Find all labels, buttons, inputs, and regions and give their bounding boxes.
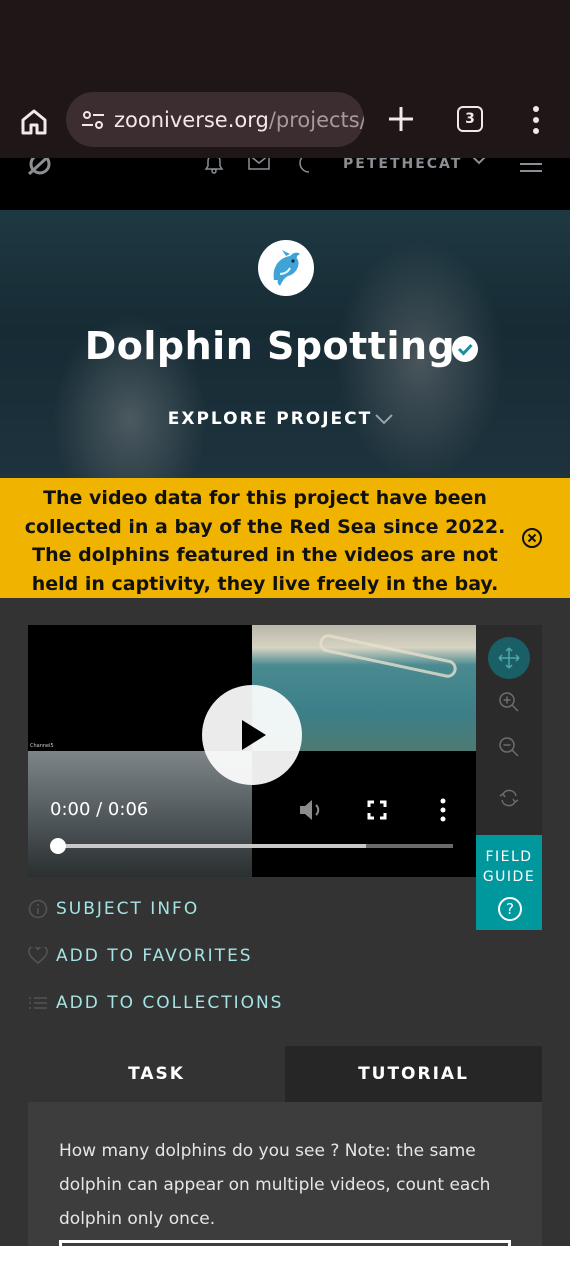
site-settings-icon[interactable] (80, 107, 106, 133)
list-icon (29, 997, 47, 1009)
username-menu[interactable]: PETETHECAT (343, 158, 462, 172)
video-time: 0:00 / 0:06 (50, 799, 149, 820)
field-guide-button[interactable]: FIELD GUIDE ? (476, 835, 542, 930)
announcement-banner: The video data for this project have bee… (0, 478, 570, 598)
play-button[interactable] (202, 685, 302, 785)
video-channel-label: Channel5 (30, 743, 54, 749)
field-guide-label: FIELD GUIDE (482, 849, 536, 885)
new-tab-icon[interactable] (386, 104, 416, 134)
answer-option[interactable] (59, 1240, 511, 1246)
task-question: How many dolphins do you see ? Note: the… (59, 1141, 491, 1229)
project-hero: Dolphin Spotting EXPLORE PROJECT (0, 210, 570, 478)
url-path: /projects/ (268, 107, 364, 132)
move-tool-button[interactable] (488, 637, 530, 679)
rotate-icon[interactable] (498, 787, 520, 809)
video-scrubber-handle[interactable] (50, 838, 66, 854)
site-nav: PETETHECAT (0, 158, 570, 210)
add-to-collections-link[interactable]: ADD TO COLLECTIONS (28, 993, 283, 1013)
video-buffer-bar (58, 844, 367, 848)
video-progress-bar[interactable] (58, 844, 453, 848)
task-panel: TASK TUTORIAL How many dolphins do you s… (28, 1046, 542, 1246)
url-bar[interactable]: zooniverse.org/projects/ (66, 92, 364, 147)
subject-info-label: SUBJECT INFO (56, 899, 200, 919)
help-question-icon: ? (498, 897, 522, 921)
subject-info-link[interactable]: SUBJECT INFO (28, 899, 199, 919)
browser-toolbar: zooniverse.org/projects/ 3 (0, 84, 570, 158)
heart-icon (28, 947, 48, 964)
add-to-collections-label: ADD TO COLLECTIONS (56, 993, 284, 1013)
play-icon (242, 720, 266, 750)
chevron-down-icon[interactable] (374, 412, 394, 426)
tab-switcher-button[interactable]: 3 (457, 106, 483, 132)
fullscreen-icon[interactable] (367, 800, 387, 820)
zoom-out-icon[interactable] (498, 736, 520, 758)
more-options-icon[interactable] (526, 104, 546, 136)
zooniverse-logo-icon[interactable] (26, 158, 54, 178)
chevron-down-icon[interactable] (470, 158, 488, 166)
notifications-bell-icon[interactable] (204, 158, 224, 174)
dolphin-logo-icon (273, 250, 300, 286)
tab-task[interactable]: TASK (28, 1046, 285, 1102)
hamburger-menu-icon[interactable] (520, 162, 542, 172)
messages-mail-icon[interactable] (248, 158, 270, 172)
video-more-icon[interactable] (439, 798, 447, 822)
close-banner-icon[interactable] (521, 527, 543, 549)
announcement-text: The video data for this project have bee… (24, 487, 506, 595)
info-icon (28, 899, 48, 919)
project-avatar[interactable] (258, 240, 314, 296)
volume-icon[interactable] (298, 798, 324, 822)
move-arrows-icon (498, 647, 520, 669)
tab-tutorial[interactable]: TUTORIAL (285, 1046, 542, 1102)
zoom-in-icon[interactable] (498, 691, 520, 713)
theme-moon-icon[interactable] (296, 158, 314, 174)
explore-project-toggle[interactable]: EXPLORE PROJECT (0, 409, 540, 429)
verified-check-icon (452, 336, 478, 362)
status-bar (0, 0, 570, 84)
url-host: zooniverse.org (114, 107, 269, 132)
add-to-favorites-link[interactable]: ADD TO FAVORITES (28, 946, 253, 966)
add-to-favorites-label: ADD TO FAVORITES (56, 946, 253, 966)
home-icon[interactable] (14, 102, 54, 142)
